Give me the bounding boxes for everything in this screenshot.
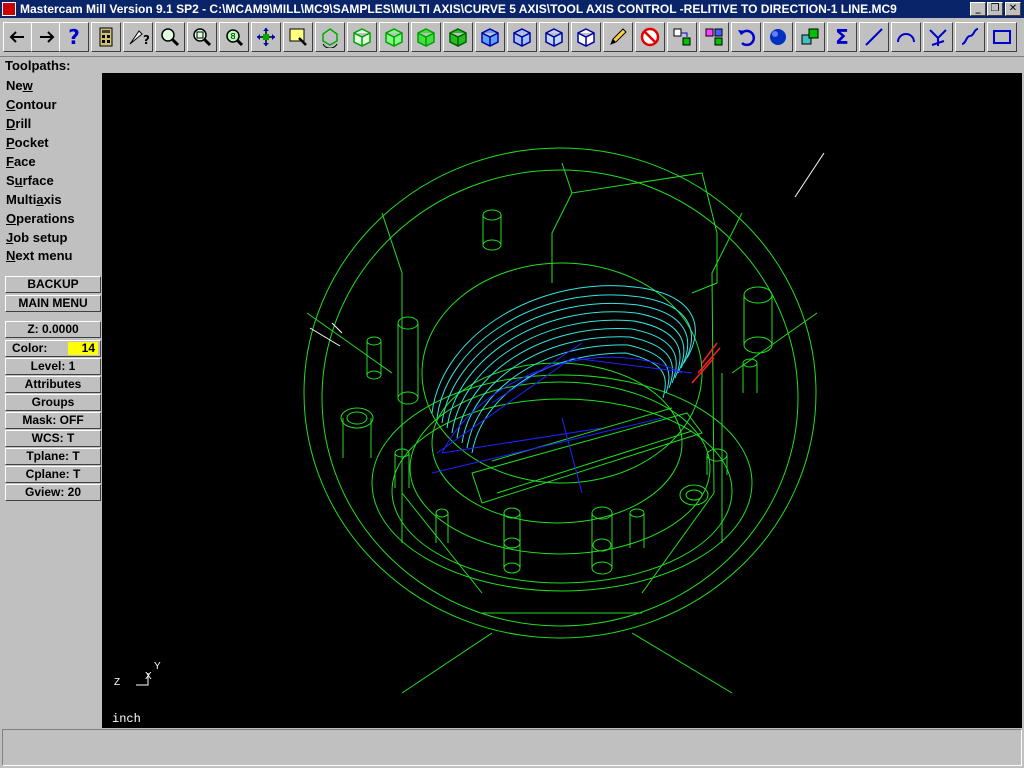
wireframe-model: X Y Z xyxy=(114,147,825,694)
zoom-icon[interactable] xyxy=(155,22,185,52)
undo-icon[interactable] xyxy=(731,22,761,52)
layers-icon[interactable] xyxy=(795,22,825,52)
cplane-side-icon[interactable] xyxy=(539,22,569,52)
screen-fit-icon[interactable] xyxy=(283,22,313,52)
axis-y-label: Y xyxy=(154,661,161,672)
svg-text:?: ? xyxy=(143,33,149,47)
unzoom-icon[interactable] xyxy=(187,22,217,52)
pan-icon[interactable] xyxy=(251,22,281,52)
axis-x-label: X xyxy=(145,671,152,682)
window-title: Mastercam Mill Version 9.1 SP2 - C:\MCAM… xyxy=(20,2,897,16)
pencil-icon[interactable] xyxy=(603,22,633,52)
back-arrow-icon[interactable] xyxy=(3,22,33,52)
cube-front-icon[interactable] xyxy=(379,22,409,52)
svg-text:?: ? xyxy=(68,26,80,48)
menu-item-pocket[interactable]: Pocket xyxy=(6,135,49,150)
cplane-iso-icon[interactable] xyxy=(571,22,601,52)
toolbar: ? ? 8 Σ xyxy=(0,18,1024,57)
tplane-button[interactable]: Tplane: T xyxy=(5,448,101,465)
restore-button[interactable]: ❐ xyxy=(987,2,1003,16)
rotate-icon[interactable] xyxy=(315,22,345,52)
trim-icon[interactable] xyxy=(923,22,953,52)
cube-iso-icon[interactable] xyxy=(443,22,473,52)
axis-triad: X Y Z xyxy=(114,661,161,688)
graphics-viewport[interactable]: X Y Z inch xyxy=(102,73,1022,728)
gview-button[interactable]: Gview: 20 xyxy=(5,484,101,501)
transform-icon[interactable] xyxy=(667,22,697,52)
help-icon[interactable]: ? xyxy=(59,22,89,52)
line-icon[interactable] xyxy=(859,22,889,52)
menu-item-contour[interactable]: Contour xyxy=(6,97,57,112)
cplane-top-icon[interactable] xyxy=(475,22,505,52)
minimize-button[interactable]: _ xyxy=(970,2,986,16)
forward-arrow-icon[interactable] xyxy=(31,22,61,52)
level-button[interactable]: Level: 1 xyxy=(5,358,101,375)
app-icon[interactable] xyxy=(2,2,16,16)
axis-z-label: Z xyxy=(114,677,120,688)
menu-item-face[interactable]: Face xyxy=(6,154,36,169)
cplane-front-icon[interactable] xyxy=(507,22,537,52)
groups-button[interactable]: Groups xyxy=(5,394,101,411)
menu-item-drill[interactable]: Drill xyxy=(6,116,31,131)
wcs-button[interactable]: WCS: T xyxy=(5,430,101,447)
backup-button[interactable]: BACKUP xyxy=(5,276,101,293)
sigma-icon[interactable]: Σ xyxy=(827,22,857,52)
no-sign-icon[interactable] xyxy=(635,22,665,52)
spline-icon[interactable] xyxy=(955,22,985,52)
units-label: inch xyxy=(112,712,141,726)
prompt-area xyxy=(2,729,1022,766)
sphere-icon[interactable] xyxy=(763,22,793,52)
z-depth-button[interactable]: Z: 0.0000 xyxy=(5,321,101,338)
cplane-button[interactable]: Cplane: T xyxy=(5,466,101,483)
arc-icon[interactable] xyxy=(891,22,921,52)
mask-button[interactable]: Mask: OFF xyxy=(5,412,101,429)
menu-item-surface[interactable]: Surface xyxy=(6,173,54,188)
color-label: Color: xyxy=(12,341,48,355)
menu-item-job-setup[interactable]: Job setup xyxy=(6,230,67,245)
title-bar: Mastercam Mill Version 9.1 SP2 - C:\MCAM… xyxy=(0,0,1024,18)
cube-top-icon[interactable] xyxy=(347,22,377,52)
calculator-icon[interactable] xyxy=(91,22,121,52)
close-button[interactable]: ✕ xyxy=(1005,2,1021,16)
zoom-target-icon[interactable]: 8 xyxy=(219,22,249,52)
menu-item-operations[interactable]: Operations xyxy=(6,211,75,226)
rectangle-icon[interactable] xyxy=(987,22,1017,52)
menu-title: Toolpaths: xyxy=(5,58,71,73)
menu-item-next-menu[interactable]: Next menu xyxy=(6,248,72,263)
main-menu-button[interactable]: MAIN MENU xyxy=(5,295,101,312)
color-swatch: 14 xyxy=(68,342,98,355)
attributes-button[interactable]: Attributes xyxy=(5,376,101,393)
menu-item-new[interactable]: New xyxy=(6,78,33,93)
svg-text:8: 8 xyxy=(230,32,235,41)
color-button[interactable]: Color: 14 xyxy=(5,340,101,357)
svg-text:Σ: Σ xyxy=(835,26,849,48)
cube-side-icon[interactable] xyxy=(411,22,441,52)
menu-item-multiaxis[interactable]: Multiaxis xyxy=(6,192,62,207)
color-change-icon[interactable] xyxy=(699,22,729,52)
sidebar-menu: New Contour Drill Pocket Face Surface Mu… xyxy=(2,74,102,728)
analyze-icon[interactable]: ? xyxy=(123,22,153,52)
